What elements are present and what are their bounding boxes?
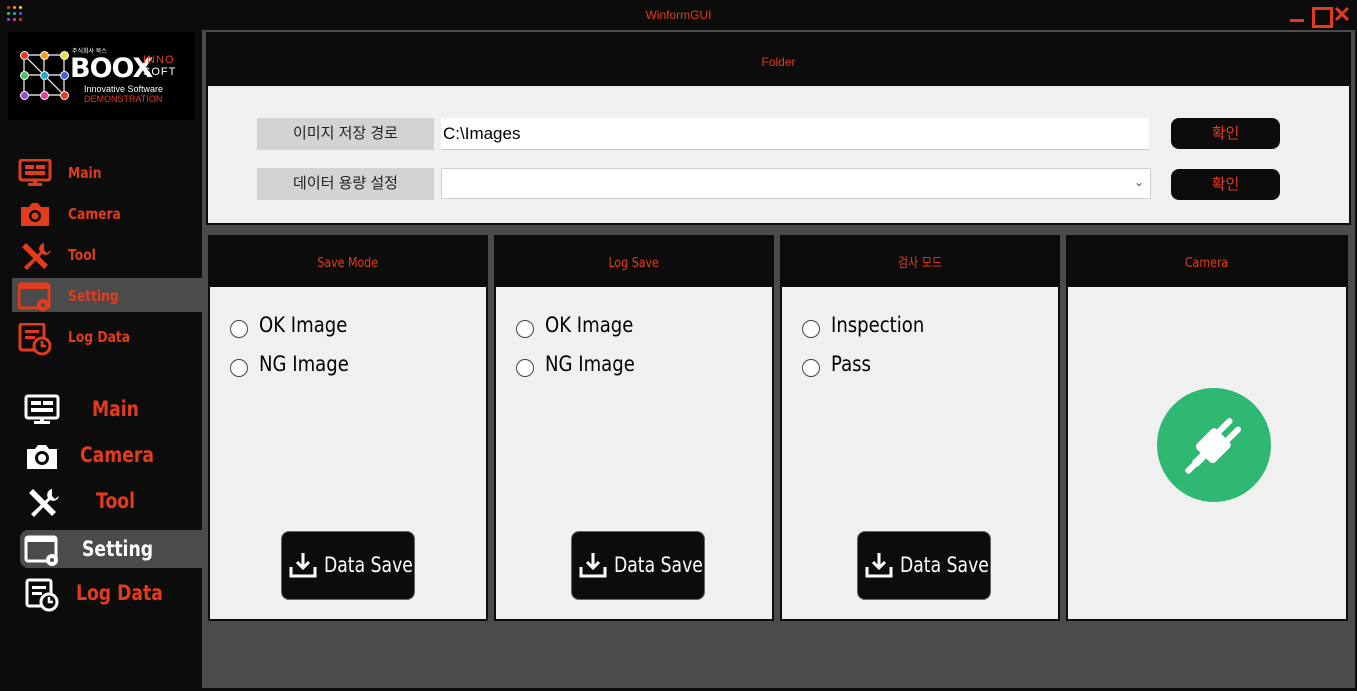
- radio-label: NG Image: [259, 352, 349, 376]
- capacity-confirm-button[interactable]: 확인: [1171, 169, 1280, 200]
- logo-inno: INNO: [143, 54, 175, 66]
- app-window: WinformGUI ✕ 주식회사 북스 BOOX INNO SOFT Inno…: [0, 0, 1357, 691]
- nav-label: Setting: [82, 537, 154, 561]
- nav-item-setting-large[interactable]: Setting: [20, 530, 202, 568]
- minimize-button[interactable]: [1287, 5, 1307, 25]
- image-path-input[interactable]: [441, 118, 1149, 150]
- nav-item-main-large[interactable]: Main: [0, 390, 202, 430]
- nav-label: Camera: [68, 205, 121, 223]
- image-path-label: 이미지 저장 경로: [257, 118, 434, 150]
- capacity-label: 데이터 용량 설정: [257, 168, 434, 200]
- nav-label: Log Data: [68, 328, 131, 346]
- main-content: Folder 이미지 저장 경로 확인 데이터 용량 설정 ⌄ 확인 Save …: [202, 30, 1355, 688]
- logo-brand: BOOX: [70, 53, 153, 84]
- tools-icon: [24, 486, 60, 518]
- data-save-label: Data Save: [900, 553, 989, 577]
- company-logo: 주식회사 북스 BOOX INNO SOFT Innovative Softwa…: [8, 32, 195, 120]
- nav-label: Setting: [68, 287, 119, 305]
- chevron-down-icon: ⌄: [1133, 175, 1144, 189]
- radio-circle[interactable]: [802, 359, 820, 377]
- image-path-confirm-button[interactable]: 확인: [1171, 118, 1280, 149]
- folder-header: Folder: [208, 34, 1349, 86]
- radio-label: Inspection: [831, 313, 925, 337]
- close-button[interactable]: ✕: [1332, 4, 1352, 26]
- nav-item-log-data-large[interactable]: Log Data: [0, 574, 202, 614]
- nav-item-camera[interactable]: Camera: [0, 196, 202, 230]
- monitor-icon: [18, 158, 52, 187]
- logo-demo: DEMONSTRATION: [84, 94, 163, 104]
- settings-window-icon: [24, 534, 60, 566]
- nav-label: Tool: [96, 489, 136, 513]
- panel-title: Save Mode: [317, 256, 379, 271]
- radio-circle[interactable]: [230, 359, 248, 377]
- inspection-mode-panel: 검사 모드 Inspection Pass Data Save: [780, 235, 1060, 621]
- download-icon: [578, 551, 608, 579]
- logo-mark-icon: [20, 51, 69, 100]
- nav-item-main[interactable]: Main: [0, 155, 202, 189]
- logo-tagline: Innovative Software: [84, 84, 164, 94]
- maximize-button[interactable]: [1310, 5, 1333, 28]
- nav-item-tool-large[interactable]: Tool: [0, 482, 202, 522]
- panel-title: 검사 모드: [897, 256, 943, 271]
- nav-label: Camera: [80, 443, 154, 467]
- monitor-icon: [24, 394, 60, 426]
- data-save-button[interactable]: Data Save: [281, 531, 415, 600]
- panel-title: Log Save: [608, 256, 660, 271]
- log-data-icon: [18, 322, 52, 356]
- log-save-panel: Log Save OK Image NG Image Data Save: [494, 235, 774, 621]
- panel-header: Camera: [1068, 237, 1346, 287]
- nav-label: Main: [68, 164, 102, 182]
- radio-circle[interactable]: [802, 320, 820, 338]
- tools-icon: [18, 241, 52, 270]
- panel-title: Camera: [1185, 256, 1229, 271]
- nav-item-setting[interactable]: Setting: [12, 278, 202, 312]
- nav-label: Tool: [68, 246, 96, 264]
- panel-header: 검사 모드: [782, 237, 1058, 287]
- capacity-select[interactable]: ⌄: [441, 168, 1151, 199]
- camera-icon: [18, 200, 52, 228]
- nav-label: Main: [92, 397, 139, 421]
- radio-circle[interactable]: [516, 320, 534, 338]
- panel-header: Log Save: [496, 237, 772, 287]
- radio-label: Pass: [831, 352, 871, 376]
- radio-circle[interactable]: [230, 320, 248, 338]
- log-data-icon: [24, 578, 60, 612]
- settings-window-icon: [17, 282, 52, 311]
- title-bar[interactable]: WinformGUI ✕: [0, 0, 1357, 30]
- data-save-button[interactable]: Data Save: [857, 531, 991, 600]
- save-mode-panel: Save Mode OK Image NG Image Data Save: [208, 235, 488, 621]
- download-icon: [288, 551, 318, 579]
- nav-item-tool[interactable]: Tool: [0, 237, 202, 271]
- window-title: WinformGUI: [645, 8, 712, 22]
- radio-label: NG Image: [545, 352, 635, 376]
- camera-panel: Camera: [1066, 235, 1348, 621]
- sidebar: 주식회사 북스 BOOX INNO SOFT Innovative Softwa…: [0, 30, 202, 691]
- nav-label: Log Data: [76, 581, 163, 605]
- radio-label: OK Image: [545, 313, 634, 337]
- radio-circle[interactable]: [516, 359, 534, 377]
- nav-item-log-data[interactable]: Log Data: [0, 319, 202, 356]
- radio-label: OK Image: [259, 313, 348, 337]
- data-save-label: Data Save: [614, 553, 703, 577]
- data-save-button[interactable]: Data Save: [571, 531, 705, 600]
- nav-item-camera-large[interactable]: Camera: [0, 436, 202, 476]
- data-save-label: Data Save: [324, 553, 413, 577]
- logo-soft: SOFT: [143, 66, 177, 78]
- plug-icon: [1157, 417, 1271, 506]
- camera-connect-button[interactable]: [1157, 388, 1271, 502]
- folder-panel: Folder 이미지 저장 경로 확인 데이터 용량 설정 ⌄ 확인: [206, 32, 1351, 225]
- panel-header: Save Mode: [210, 237, 486, 287]
- download-icon: [864, 551, 894, 579]
- camera-icon: [24, 440, 60, 472]
